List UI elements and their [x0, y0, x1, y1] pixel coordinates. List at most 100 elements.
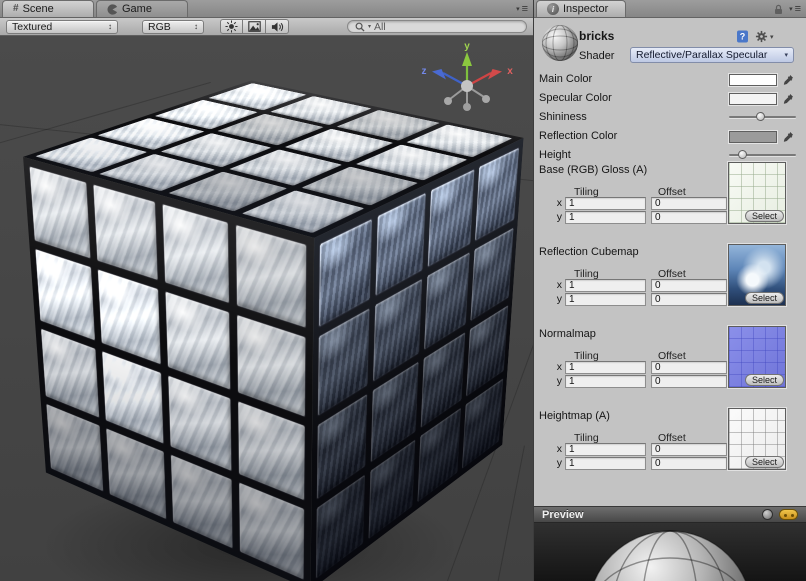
preview-area[interactable] [534, 523, 806, 581]
slider-thumb[interactable] [756, 112, 765, 121]
slider-thumb[interactable] [738, 150, 747, 159]
skybox-toggle-button[interactable] [243, 19, 266, 34]
tiling-y-input[interactable] [565, 457, 646, 470]
offset-x-input[interactable] [651, 361, 727, 374]
tiling-x-input[interactable] [565, 361, 646, 374]
specular-color-swatch[interactable] [729, 93, 777, 105]
specular-color-label: Specular Color [539, 92, 612, 104]
texture-thumbnail[interactable]: Select [728, 408, 786, 470]
offset-y-input[interactable] [651, 293, 727, 306]
preview-header[interactable]: Preview [534, 506, 806, 523]
tab-scene[interactable]: # Scene [2, 0, 94, 17]
shininess-slider[interactable] [729, 110, 796, 124]
dropdown-caret-icon: ▾ [784, 51, 788, 59]
texture-slot-normalmap: Normalmap Tiling Offset x y Select [534, 328, 806, 408]
color-mode-dropdown[interactable]: RGB ↕ [142, 20, 204, 34]
gizmo-neg-y-cone[interactable] [463, 103, 471, 111]
search-input[interactable] [374, 21, 519, 33]
select-texture-button[interactable]: Select [745, 456, 784, 468]
select-texture-button[interactable]: Select [745, 292, 784, 304]
cube-tile [236, 314, 306, 418]
tiling-y-input[interactable] [565, 293, 646, 306]
scene-search-field[interactable]: ▾ [347, 20, 527, 33]
texture-slot-label: Reflection Cubemap [539, 246, 639, 258]
reflection-color-swatch[interactable] [729, 131, 777, 143]
help-doc-icon[interactable]: ? [736, 30, 749, 43]
cube-tile [161, 203, 229, 305]
reflection-color-label: Reflection Color [539, 130, 617, 142]
preview-light-toggle[interactable] [779, 509, 798, 520]
main-color-eyedropper[interactable] [782, 73, 795, 87]
preview-sphere [580, 523, 760, 581]
height-label: Height [539, 149, 571, 161]
gizmo-neg-x-cone[interactable] [444, 97, 452, 105]
preview-title: Preview [542, 509, 584, 521]
lighting-toggle-button[interactable] [220, 19, 243, 34]
cube-object[interactable] [108, 140, 448, 480]
reflection-color-eyedropper[interactable] [782, 130, 795, 144]
specular-color-eyedropper[interactable] [782, 92, 795, 106]
gear-caret-icon[interactable]: ▾ [770, 33, 774, 41]
select-texture-button[interactable]: Select [745, 210, 784, 222]
y-axis-label: y [550, 375, 562, 387]
main-color-swatch[interactable] [729, 74, 777, 86]
scene-viewport[interactable]: y x z [0, 36, 533, 581]
offset-x-input[interactable] [651, 279, 727, 292]
menu-lines-icon: ≡ [795, 3, 801, 15]
texture-slot-reflection-cubemap: Reflection Cubemap Tiling Offset x y Sel… [534, 246, 806, 326]
material-name: bricks [579, 29, 614, 43]
texture-thumbnail[interactable]: Select [728, 162, 786, 224]
tab-game-label: Game [122, 3, 152, 15]
audio-toggle-button[interactable] [266, 19, 289, 34]
image-icon [248, 21, 261, 32]
gizmo-y-label: y [464, 41, 470, 52]
scene-panel-menu-button[interactable]: ▾ ≡ [516, 3, 528, 15]
scene-panel: # Scene Game ▾ ≡ Textured ↕ RGB ↕ [0, 0, 534, 581]
offset-x-input[interactable] [651, 197, 727, 210]
y-axis-label: y [550, 211, 562, 223]
unity-editor-window: # Scene Game ▾ ≡ Textured ↕ RGB ↕ [0, 0, 806, 581]
x-axis-label: x [550, 443, 562, 455]
offset-y-input[interactable] [651, 211, 727, 224]
search-icon [355, 22, 365, 32]
texture-thumbnail[interactable]: Select [728, 244, 786, 306]
tiling-x-input[interactable] [565, 279, 646, 292]
texture-thumbnail[interactable]: Select [728, 326, 786, 388]
draw-mode-dropdown[interactable]: Textured ↕ [6, 20, 118, 34]
gizmo-center-sphere[interactable] [461, 80, 473, 92]
tiling-x-input[interactable] [565, 443, 646, 456]
offset-y-input[interactable] [651, 457, 727, 470]
updown-arrows-icon: ↕ [108, 22, 112, 31]
height-slider[interactable] [729, 148, 796, 162]
menu-lines-icon: ≡ [522, 3, 528, 15]
shader-dropdown[interactable]: Reflective/Parallax Specular ▾ [630, 47, 794, 63]
scene-toolbar: Textured ↕ RGB ↕ [0, 18, 533, 36]
select-texture-button[interactable]: Select [745, 374, 784, 386]
inspector-tabbar: i Inspector ▾ ≡ [534, 0, 806, 18]
updown-arrows-icon: ↕ [194, 22, 198, 31]
tiled-cube [146, 116, 428, 512]
tab-game[interactable]: Game [96, 0, 188, 17]
inspector-icon: i [547, 3, 559, 15]
offset-y-input[interactable] [651, 375, 727, 388]
gizmo-y-cone[interactable] [462, 52, 472, 66]
scene-toggle-group [220, 19, 289, 34]
eyedropper-icon [783, 74, 794, 86]
gizmo-neg-z-cone[interactable] [482, 95, 490, 103]
tab-inspector[interactable]: i Inspector [536, 0, 626, 17]
main-color-label: Main Color [539, 73, 592, 85]
y-axis-label: y [550, 293, 562, 305]
tiling-y-input[interactable] [565, 375, 646, 388]
dropdown-caret-icon: ▾ [516, 5, 520, 13]
tab-scene-label: Scene [23, 3, 54, 15]
offset-x-input[interactable] [651, 443, 727, 456]
preview-sphere-button[interactable] [762, 509, 773, 520]
gear-icon[interactable] [755, 30, 768, 43]
cube-tile [235, 224, 307, 330]
inspector-panel-menu-button[interactable]: ▾ ≡ [789, 3, 801, 15]
gizmo-z-label: z [422, 66, 427, 77]
scene-orientation-gizmo[interactable]: y x z [415, 40, 519, 124]
tiling-y-input[interactable] [565, 211, 646, 224]
tiling-x-input[interactable] [565, 197, 646, 210]
lock-icon[interactable] [774, 4, 783, 15]
